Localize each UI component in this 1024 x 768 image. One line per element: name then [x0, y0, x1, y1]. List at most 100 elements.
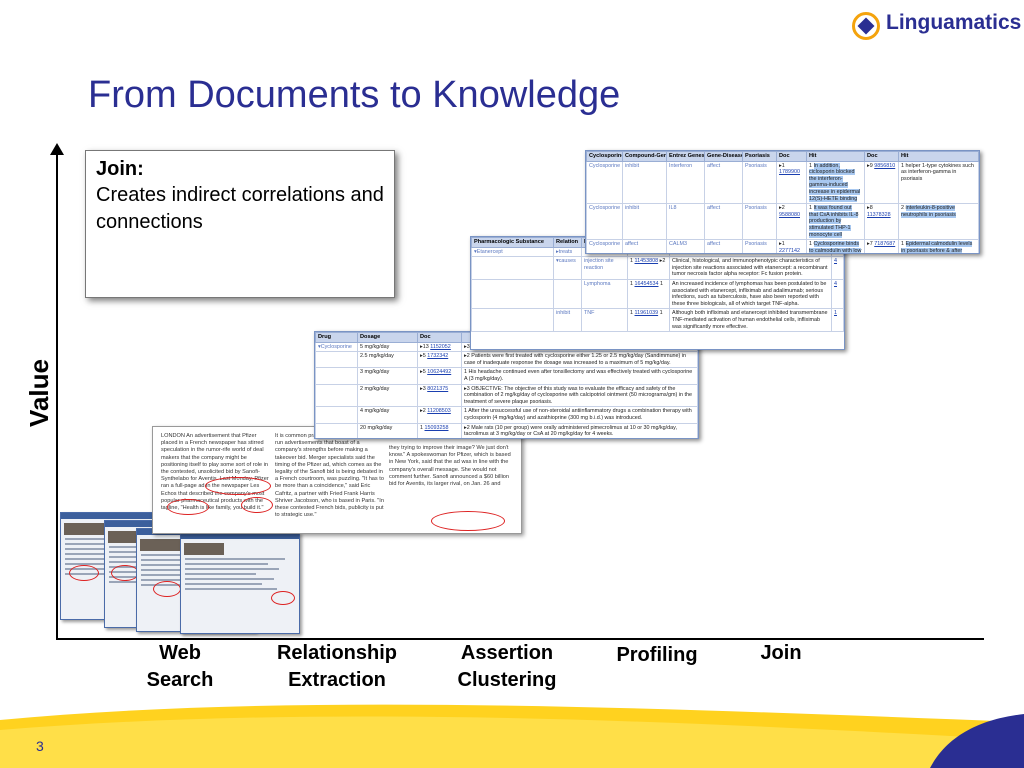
web-page-thumbnail	[180, 532, 300, 634]
drug-cell	[315, 383, 358, 408]
pmid-link[interactable]: 1732342	[427, 353, 448, 359]
stage-line: Web	[159, 642, 201, 664]
target-cell: TNF	[581, 308, 628, 333]
join-results-table: Cyclosporine Compound-Gene Entrez Genes …	[585, 150, 980, 254]
highlight-ellipse	[205, 477, 271, 495]
relation-cell[interactable]: ▸treats	[553, 246, 582, 258]
disease-cell: Psoriasis	[742, 239, 777, 253]
pmid-link[interactable]: 11453808	[635, 258, 659, 264]
y-axis-label: Value	[24, 359, 54, 427]
hit-cell: 1 In addition, ciclosporin blocked the i…	[806, 160, 865, 205]
table-row: Cyclosporine inhibit IL8 affect Psoriasi…	[586, 203, 979, 241]
doc-link[interactable]: 1	[831, 308, 844, 333]
hit-cell: 2 interleukin-8-positive neutrophils in …	[898, 203, 979, 241]
stage-line: Assertion	[460, 642, 554, 664]
hit-cell: 1 It was found out that CsA inhibits IL-…	[806, 203, 865, 241]
column-header: Psoriasis	[742, 151, 777, 162]
pmid-link[interactable]: 11208503	[427, 408, 451, 414]
substance-cell	[471, 308, 554, 333]
column-header: Drug	[315, 332, 358, 343]
column-header: Gene-Disease	[704, 151, 743, 162]
news-article-excerpt: LONDON An advertisement that Pfizer plac…	[152, 426, 522, 534]
table-row: inhibit TNF 1 11961039 1 Although both i…	[471, 308, 844, 333]
highlight-ellipse	[153, 581, 181, 597]
doc-cell: ▸5 10624492	[417, 367, 462, 385]
stage-join: Join	[744, 640, 818, 667]
pmid-link[interactable]: 8021375	[427, 386, 448, 392]
join-callout-box: Join: Creates indirect correlations and …	[85, 150, 395, 298]
dosage-cell: 20 mg/kg/day	[357, 422, 418, 438]
column-header: Pharmacologic Substance	[471, 237, 554, 248]
compound-cell: Cyclosporine	[586, 160, 623, 205]
pmid-link[interactable]: 1152052	[430, 344, 451, 350]
doc-cell: ▸3 8021375	[417, 383, 462, 408]
doc-cell: ▸2 9588080	[776, 203, 807, 241]
drug-cell[interactable]: ▾Cyclosporine	[315, 341, 358, 353]
relation-cell: inhibit	[553, 308, 582, 333]
dosage-cell: 3 mg/kg/day	[357, 367, 418, 385]
pmid-link[interactable]: 9588080	[779, 212, 800, 218]
column-header: Doc	[417, 332, 462, 343]
highlight-ellipse	[167, 499, 209, 515]
article-column: It is common practice for drug companies…	[275, 433, 384, 519]
pmid-link[interactable]: 15093258	[425, 425, 449, 431]
y-axis	[56, 152, 58, 640]
footer-wave	[0, 704, 1024, 768]
stage-line: Relationship	[276, 642, 397, 664]
linguamatics-logo: Linguamatics	[852, 10, 1021, 44]
pmid-link[interactable]: 10624492	[427, 369, 451, 375]
substance-cell[interactable]: ▾Etanercept	[471, 246, 554, 258]
column-header: Dosage	[357, 332, 418, 343]
pmid-link[interactable]: 2277142	[779, 248, 800, 253]
pmid-link[interactable]: 7187687	[874, 241, 895, 247]
doc-link[interactable]: 4	[831, 278, 844, 310]
table-row: 20 mg/kg/day 1 15093258 ▸2 Male rats (10…	[315, 422, 698, 438]
stage-line: Join	[760, 642, 802, 664]
stage-assertion-clustering: Assertion Clustering	[436, 640, 578, 694]
callout-heading: Join:	[96, 158, 144, 180]
slide-title: From Documents to Knowledge	[88, 74, 621, 116]
pmid-link[interactable]: 11378328	[867, 212, 891, 218]
relation-cell	[553, 278, 582, 310]
stage-web-search: Web Search	[128, 640, 232, 694]
doc-cell: ▸8 11378328	[864, 203, 899, 241]
pmid-link[interactable]: 16454534	[635, 281, 659, 287]
table-row: 2.5 mg/kg/day ▸5 1732342 ▸2 Patients wer…	[315, 351, 698, 369]
hit-cell: An increased incidence of lymphomas has …	[669, 278, 832, 310]
hit-cell: 1 His headache continued even after tons…	[461, 367, 698, 385]
doc-link[interactable]: 4	[831, 256, 844, 280]
dosage-cell: 4 mg/kg/day	[357, 406, 418, 424]
stage-line: Clustering	[457, 669, 557, 691]
article-column: they trying to improve their image? We j…	[389, 445, 511, 488]
callout-body: Creates indirect correlations and connec…	[96, 184, 384, 233]
relation-cell: affect	[622, 239, 667, 253]
hit-cell: 1 After the unsuccessful use of non-ster…	[461, 406, 698, 424]
target-cell: Lymphoma	[581, 278, 628, 310]
column-header: Entrez Genes	[666, 151, 705, 162]
compound-cell: Cyclosporine	[586, 239, 623, 253]
table-row: Lymphoma 1 16454534 1 An increased incid…	[471, 278, 844, 310]
gene-cell: CALM3	[666, 239, 705, 253]
stage-line: Profiling	[616, 644, 698, 666]
stage-profiling: Profiling	[596, 642, 718, 669]
relation-cell[interactable]: ▾causes	[553, 256, 582, 280]
table-row: 3 mg/kg/day ▸5 10624492 1 His headache c…	[315, 367, 698, 385]
doc-cell: ▸1 1789900	[776, 160, 807, 205]
relation-cell: inhibit	[622, 160, 667, 205]
highlight-ellipse	[111, 565, 139, 581]
doc-cell: ▸5 1732342	[417, 351, 462, 369]
doc-cell: ▸13 1152052	[417, 341, 462, 353]
column-header: Doc	[864, 151, 899, 162]
substance-cell	[471, 278, 554, 310]
gene-cell: Interferon	[666, 160, 705, 205]
stage-line: Extraction	[288, 669, 386, 691]
table-row: ▾causes injection site reaction 1 114538…	[471, 256, 844, 280]
column-header: Relation	[553, 237, 582, 248]
relation-cell: affect	[704, 239, 743, 253]
drug-cell	[315, 406, 358, 424]
dosage-cell: 2 mg/kg/day	[357, 383, 418, 408]
pmid-link[interactable]: 1789900	[779, 169, 800, 175]
pmid-link[interactable]: 11961039	[635, 310, 659, 316]
relation-cell: affect	[704, 160, 743, 205]
pmid-link[interactable]: 9856810	[874, 163, 895, 169]
